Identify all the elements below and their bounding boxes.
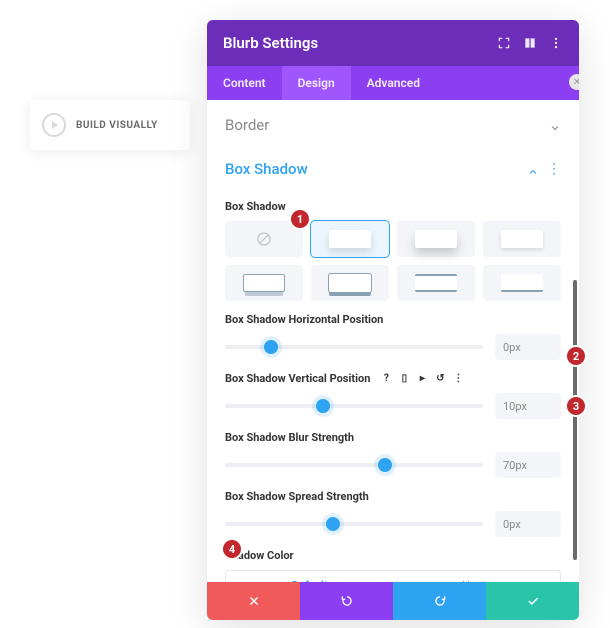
horiz-label: Box Shadow Horizontal Position	[225, 313, 561, 326]
shadow-preset-6[interactable]	[397, 265, 475, 301]
spread-value[interactable]: 0px	[495, 511, 561, 537]
close-icon[interactable]: ✕	[569, 74, 579, 90]
device-icon[interactable]: ▯	[398, 373, 410, 385]
boxshadow-presets-label: Box Shadow	[225, 200, 561, 213]
tab-advanced[interactable]: Advanced	[351, 66, 436, 100]
tab-content[interactable]: Content	[207, 66, 282, 100]
color-label: Shadow Color	[225, 549, 561, 562]
section-boxshadow-title: Box Shadow	[225, 160, 308, 178]
shadow-preset-2[interactable]	[397, 221, 475, 257]
vert-slider-row: 10px	[225, 393, 561, 419]
cursor-icon[interactable]: ▸	[416, 373, 428, 385]
section-more-icon[interactable]: ⋮	[547, 161, 561, 177]
columns-icon[interactable]	[523, 36, 537, 50]
shadow-preset-4[interactable]	[225, 265, 303, 301]
vert-label-text: Box Shadow Vertical Position	[225, 372, 370, 385]
shadow-preset-1[interactable]	[311, 221, 389, 257]
horiz-slider-row: 0px	[225, 334, 561, 360]
seg-default[interactable]: Default	[226, 571, 393, 582]
help-icon[interactable]: ?	[380, 373, 392, 385]
blur-label: Box Shadow Blur Strength	[225, 431, 561, 444]
panel-body: Border Box Shadow ⋮ Box Shadow 1 Box Sha…	[207, 100, 579, 582]
shadow-color-state: Default Hover	[225, 570, 561, 582]
chevron-down-icon	[549, 119, 561, 131]
seg-hover[interactable]: Hover	[393, 571, 560, 582]
spread-label: Box Shadow Spread Strength	[225, 490, 561, 503]
horiz-slider[interactable]	[225, 345, 483, 349]
annotation-1: 1	[291, 210, 309, 228]
undo-button[interactable]	[300, 582, 393, 620]
cancel-button[interactable]	[207, 582, 300, 620]
vert-option-icons: ? ▯ ▸ ↺ ⋮	[380, 373, 464, 385]
more-vert-icon[interactable]: ⋮	[452, 373, 464, 385]
section-border-title: Border	[225, 116, 269, 134]
shadow-preset-7[interactable]	[483, 265, 561, 301]
header-actions	[497, 36, 563, 50]
vert-label: Box Shadow Vertical Position ? ▯ ▸ ↺ ⋮	[225, 372, 561, 385]
section-border[interactable]: Border	[225, 100, 561, 144]
redo-button[interactable]	[393, 582, 486, 620]
save-button[interactable]	[486, 582, 579, 620]
build-visually-label: BUILD VISUALLY	[76, 120, 158, 131]
tab-design[interactable]: Design	[282, 66, 351, 100]
blur-slider-row: 70px	[225, 452, 561, 478]
expand-icon[interactable]	[497, 36, 511, 50]
settings-panel: Blurb Settings Content Design Advanced ✕…	[207, 20, 579, 620]
blur-slider[interactable]	[225, 463, 483, 467]
annotation-2: 2	[567, 347, 585, 365]
spread-slider[interactable]	[225, 522, 483, 526]
panel-header: Blurb Settings	[207, 20, 579, 66]
build-visually-card[interactable]: BUILD VISUALLY	[30, 100, 190, 150]
annotation-3: 3	[567, 397, 585, 415]
chevron-up-icon	[527, 163, 539, 175]
blur-value[interactable]: 70px	[495, 452, 561, 478]
shadow-presets	[225, 221, 561, 301]
panel-title: Blurb Settings	[223, 34, 318, 52]
shadow-preset-3[interactable]	[483, 221, 561, 257]
more-icon[interactable]	[549, 36, 563, 50]
horiz-value[interactable]: 0px	[495, 334, 561, 360]
spread-slider-row: 0px	[225, 511, 561, 537]
shadow-preset-5[interactable]	[311, 265, 389, 301]
section-boxshadow[interactable]: Box Shadow ⋮	[225, 144, 561, 188]
play-icon	[42, 113, 66, 137]
annotation-4: 4	[223, 540, 241, 558]
shadow-preset-none[interactable]	[225, 221, 303, 257]
tabs: Content Design Advanced ✕	[207, 66, 579, 100]
vert-slider[interactable]	[225, 404, 483, 408]
vert-value[interactable]: 10px	[495, 393, 561, 419]
panel-footer	[207, 582, 579, 620]
scrollbar-thumb[interactable]	[573, 280, 577, 560]
reset-icon[interactable]: ↺	[434, 373, 446, 385]
